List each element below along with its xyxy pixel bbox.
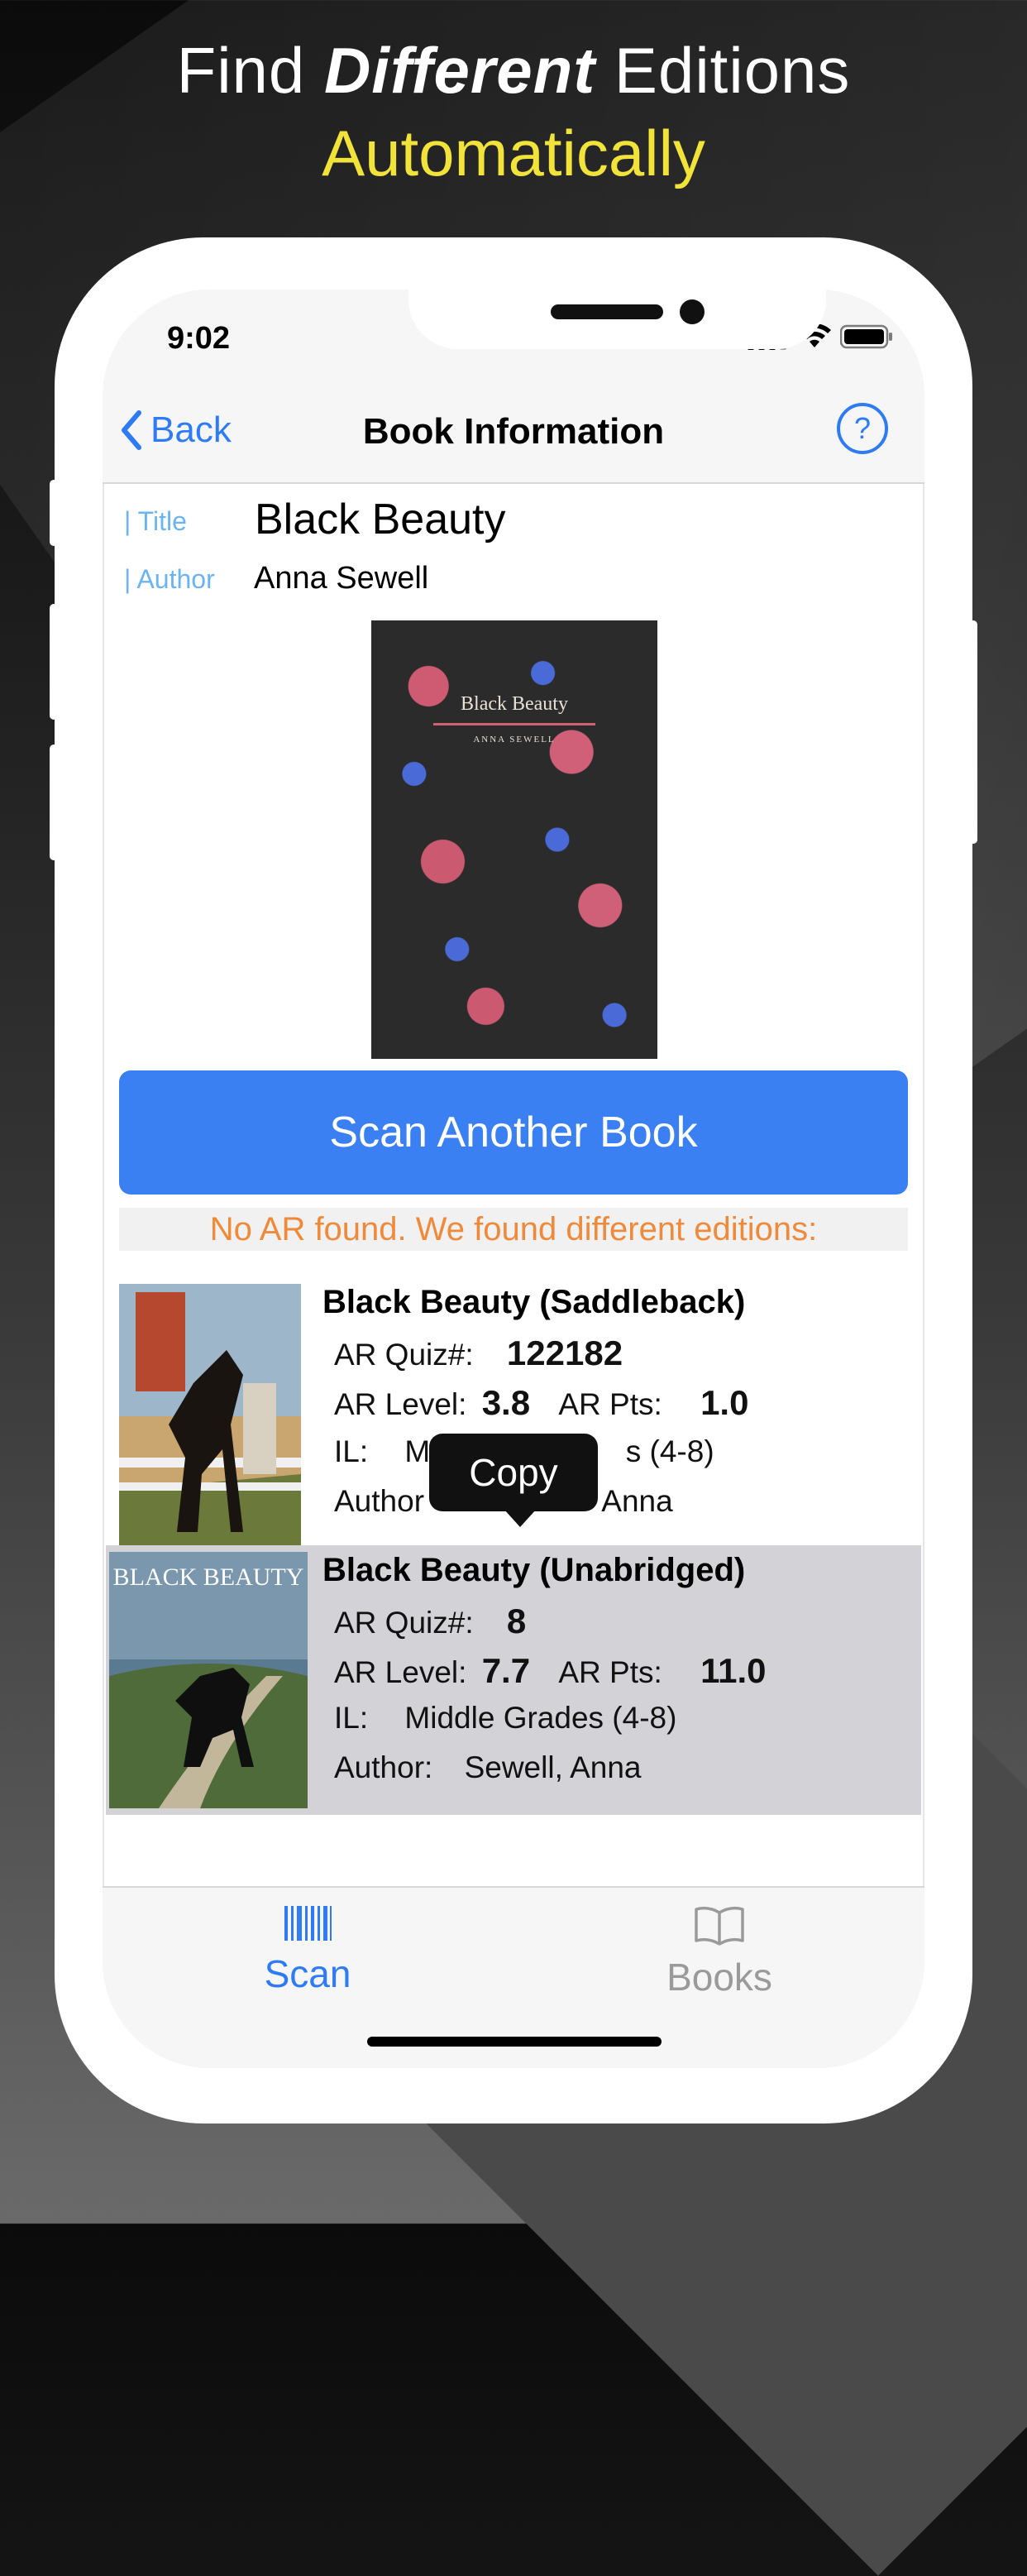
book-author: Anna Sewell: [254, 561, 429, 596]
mute-switch: [50, 480, 58, 546]
book-cover-image: Black Beauty ANNA SEWELL: [371, 620, 657, 1059]
home-indicator[interactable]: [367, 2037, 662, 2047]
ar-quiz-label: AR Quiz#:: [334, 1338, 474, 1372]
ar-pts-label: AR Pts:: [558, 1387, 662, 1421]
il-value-visible-right: s (4-8): [625, 1434, 714, 1468]
headline-line-2: Automatically: [322, 117, 705, 189]
ar-quiz-value: 8: [506, 1602, 527, 1640]
headline-line-1: Find Different Editions: [0, 29, 1027, 112]
headline-different: Different: [323, 34, 596, 107]
title-label: | Title: [124, 506, 187, 536]
barcode-icon: [284, 1906, 332, 1941]
edition-cover-unabridged: BLACK BEAUTY: [109, 1552, 308, 1808]
ar-level-value: 3.8: [481, 1383, 531, 1422]
tab-books-label: Books: [666, 1956, 772, 1999]
page-title: Book Information: [362, 411, 665, 452]
tab-scan-label: Scan: [264, 1952, 351, 1995]
copy-tooltip[interactable]: Copy: [429, 1434, 598, 1511]
book-title: Black Beauty: [255, 496, 506, 543]
headline-editions: Editions: [595, 34, 851, 107]
app-screen: 9:02 Back Book Information ? | Title Bla…: [103, 290, 924, 2068]
no-ar-notice: No AR found. We found different editions…: [119, 1208, 908, 1251]
author-value: Sewell, Anna: [464, 1750, 642, 1784]
ar-level-row: AR Level: 3.8 AR Pts: 1.0: [334, 1383, 748, 1423]
author-label: Author:: [334, 1750, 433, 1784]
tab-scan[interactable]: Scan: [225, 1904, 390, 1996]
scan-another-book-button[interactable]: Scan Another Book: [119, 1070, 908, 1195]
ar-level-value: 7.7: [481, 1651, 531, 1690]
ar-quiz-row: AR Quiz#: 8: [334, 1602, 526, 1641]
notch: [408, 290, 826, 349]
cover-divider: [433, 723, 595, 725]
il-row: IL: Middle Grades (4-8): [334, 1701, 676, 1736]
ar-pts-value: 1.0: [700, 1383, 749, 1422]
author-visible-left: Author: [334, 1484, 425, 1518]
tab-books[interactable]: Books: [637, 1904, 802, 1999]
edition-cover-saddleback: [119, 1284, 301, 1549]
help-icon[interactable]: ?: [837, 403, 888, 454]
navigation-bar: Back Book Information ?: [103, 376, 924, 484]
cover-title-text: Black Beauty: [461, 693, 568, 715]
speaker: [551, 304, 663, 319]
ar-pts-value: 11.0: [700, 1651, 767, 1690]
il-value: Middle Grades (4-8): [404, 1701, 677, 1735]
edition-title: Black Beauty (Unabridged): [322, 1552, 746, 1588]
edition-title: Black Beauty (Saddleback): [322, 1284, 746, 1320]
front-camera: [680, 299, 705, 324]
help-icon-glyph: ?: [853, 411, 872, 445]
edition-row-unabridged[interactable]: BLACK BEAUTY Black Beauty (Unabridged) A…: [106, 1545, 921, 1815]
ar-quiz-label: AR Quiz#:: [334, 1606, 474, 1640]
status-time: 9:02: [167, 321, 231, 356]
volume-down-button: [50, 745, 58, 860]
cover-author-text: ANNA SEWELL: [473, 735, 556, 745]
ar-pts-label: AR Pts:: [558, 1655, 662, 1689]
copy-tooltip-arrow: [504, 1509, 537, 1527]
book-icon: [695, 1906, 744, 1946]
ar-quiz-value: 122182: [506, 1333, 623, 1372]
ar-level-label: AR Level:: [334, 1387, 467, 1421]
il-label: IL:: [334, 1701, 369, 1735]
volume-up-button: [50, 604, 58, 720]
marketing-headline: Find Different Editions Automatically: [0, 29, 1027, 194]
il-label: IL:: [334, 1434, 369, 1468]
battery-icon: [840, 324, 892, 349]
ar-level-label: AR Level:: [334, 1655, 467, 1689]
ar-quiz-row: AR Quiz#: 122182: [334, 1333, 623, 1373]
power-button: [969, 620, 977, 844]
scan-another-book-label: Scan Another Book: [329, 1108, 698, 1156]
author-row: Author: Sewell, Anna: [334, 1750, 642, 1785]
headline-find: Find: [176, 34, 324, 107]
author-visible-right: Anna: [601, 1484, 673, 1518]
copy-tooltip-label: Copy: [469, 1451, 558, 1494]
author-label: | Author: [124, 564, 215, 594]
thumb-cover-text: BLACK BEAUTY: [113, 1563, 304, 1591]
ar-level-row: AR Level: 7.7 AR Pts: 11.0: [334, 1651, 767, 1691]
